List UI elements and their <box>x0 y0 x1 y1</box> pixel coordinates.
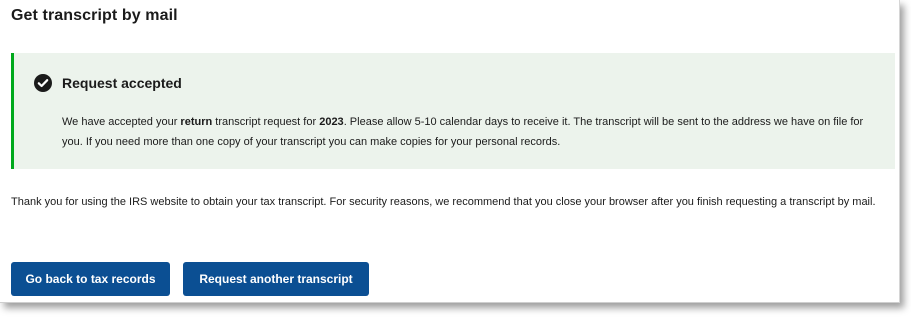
tax-year: 2023 <box>319 116 344 128</box>
transcript-card: Get transcript by mail Request accepted … <box>0 0 900 303</box>
back-to-tax-records-button[interactable]: Go back to tax records <box>11 262 170 296</box>
alert-body-text-1: We have accepted your <box>62 116 181 128</box>
alert-heading: Request accepted <box>62 75 182 91</box>
alert-body: We have accepted your return transcript … <box>62 112 882 152</box>
check-circle-icon <box>34 74 52 92</box>
transcript-type: return <box>180 116 213 128</box>
alert-body-text-2: transcript request for <box>212 116 320 128</box>
thank-you-message: Thank you for using the IRS website to o… <box>11 196 876 208</box>
page-title: Get transcript by mail <box>11 7 178 24</box>
success-alert: Request accepted We have accepted your r… <box>11 53 895 169</box>
request-another-transcript-button[interactable]: Request another transcript <box>183 262 369 296</box>
